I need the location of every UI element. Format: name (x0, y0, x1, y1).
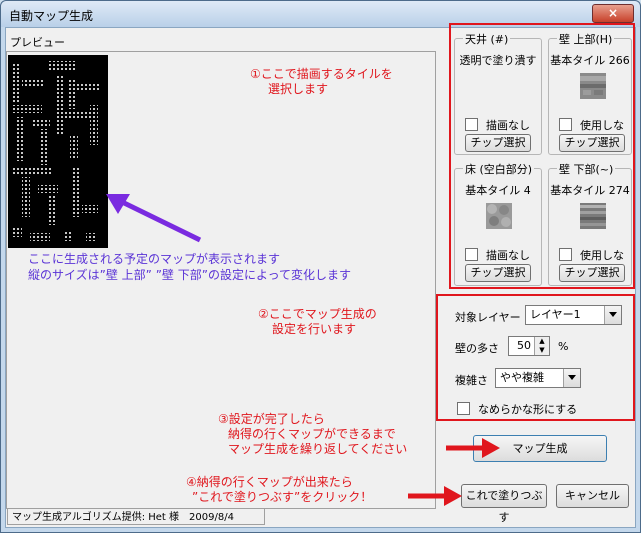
annotation-preview-line1: ここに生成される予定のマップが表示されます (28, 252, 281, 266)
annotation-step1-line2: 選択します (268, 82, 329, 96)
fill-button[interactable]: これで塗りつぶす (461, 484, 547, 524)
red-arrow-fill-icon (408, 486, 462, 506)
close-button[interactable]: × (592, 4, 634, 23)
annotation-step1-line1: ①ここで描画するタイルを (250, 67, 393, 81)
purple-arrow-icon (106, 194, 202, 243)
annotation-step4-line1: ④納得の行くマップが出来たら (186, 475, 353, 489)
annotation-frame-tiles (449, 23, 635, 289)
annotation-preview-line2: 縦のサイズは”壁 上部” ”壁 下部”の設定によって変化します (28, 268, 351, 282)
annotation-step4: ④納得の行くマップが出来たら ”これで塗りつぶす”をクリック！ (186, 475, 372, 505)
annotation-step3-line1: ③設定が完了したら (218, 412, 325, 426)
annotation-step2: ②ここでマップ生成の 設定を行います (258, 307, 377, 337)
red-arrow-generate-icon (446, 438, 500, 458)
annotation-step2-line1: ②ここでマップ生成の (258, 307, 377, 321)
status-bar: マップ生成アルゴリズム提供: Het 様 2009/8/4 (7, 508, 265, 525)
annotation-preview-note: ここに生成される予定のマップが表示されます 縦のサイズは”壁 上部” ”壁 下部… (28, 251, 351, 283)
cancel-button[interactable]: キャンセル (556, 484, 629, 508)
annotation-step1: ①ここで描画するタイルを 選択します (250, 67, 393, 97)
annotation-step4-line2: ”これで塗りつぶす”をクリック！ (192, 490, 373, 504)
map-preview (8, 55, 108, 248)
annotation-step2-line2: 設定を行います (272, 322, 357, 336)
preview-label: プレビュー (10, 36, 65, 49)
annotation-step3-line2: 納得の行くマップができるまで (228, 427, 396, 441)
annotation-frame-settings (436, 294, 635, 421)
map-preview-graphic (12, 61, 100, 241)
annotation-step3-line3: マップ生成を繰り返してください (228, 442, 408, 456)
window-title: 自動マップ生成 (9, 9, 94, 23)
annotation-step3: ③設定が完了したら 納得の行くマップができるまで マップ生成を繰り返してください (218, 412, 407, 457)
